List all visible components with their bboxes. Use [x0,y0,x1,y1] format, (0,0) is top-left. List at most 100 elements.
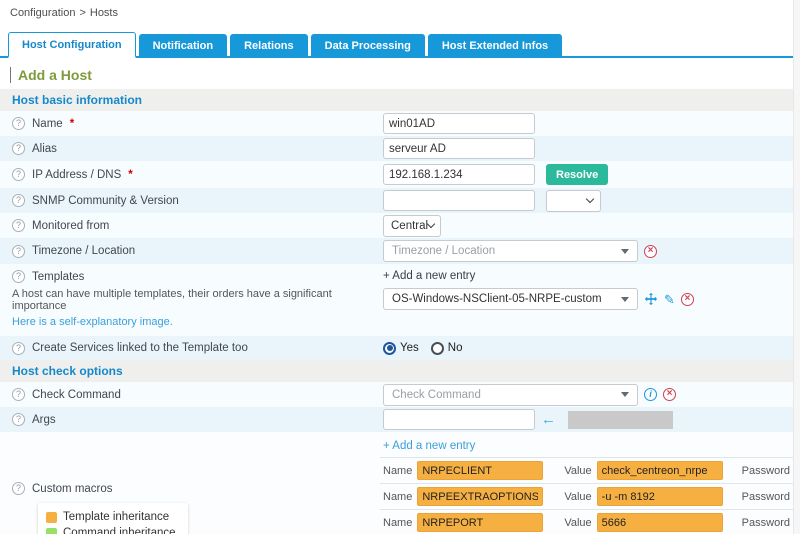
timezone-placeholder: Timezone / Location [392,245,615,257]
template-selected-value: OS-Windows-NSClient-05-NRPE-custom [392,293,615,305]
tab-bar: Host Configuration Notification Relation… [0,32,800,58]
create-services-label: Create Services linked to the Template t… [32,342,248,354]
row-monitored-from: ? Monitored from Central [0,213,800,238]
radio-yes[interactable]: Yes [383,342,419,355]
help-icon[interactable]: ? [12,168,25,181]
custom-macros-label: Custom macros [32,483,113,495]
macro-name-label: Name [383,517,412,529]
tab-relations[interactable]: Relations [230,34,308,58]
macro-name-label: Name [383,465,412,477]
required-asterisk: * [128,169,132,181]
row-add-macro: + Add a new entry [0,432,800,458]
help-icon[interactable]: ? [12,219,25,232]
templates-example-link[interactable]: Here is a self-explanatory image. [12,316,173,328]
help-icon[interactable]: ? [12,194,25,207]
move-icon[interactable] [644,292,658,306]
delete-template-icon[interactable]: × [681,293,694,306]
templates-add-entry[interactable]: + Add a new entry [383,270,786,282]
monitored-from-select[interactable]: Central [383,215,441,237]
help-icon[interactable]: ? [12,245,25,258]
snmp-version-select[interactable] [546,190,601,212]
edit-icon[interactable]: ✎ [664,293,675,306]
caret-down-icon [621,392,629,397]
radio-yes-label: Yes [400,342,419,354]
row-alias: ? Alias [0,136,800,161]
tab-data-processing[interactable]: Data Processing [311,34,425,58]
radio-no[interactable]: No [431,342,463,355]
caret-down-icon [621,249,629,254]
timezone-label: Timezone / Location [32,245,135,257]
create-services-radio-group: Yes No [383,342,462,355]
macro-value-label: Value [564,517,591,529]
macro-value-input[interactable] [597,513,723,532]
macro-name-input[interactable] [417,487,543,506]
template-select[interactable]: OS-Windows-NSClient-05-NRPE-custom [383,288,638,310]
row-templates: ? Templates A host can have multiple tem… [0,264,800,336]
name-input[interactable] [383,113,535,134]
args-disabled-box [568,411,673,429]
help-icon[interactable]: ? [12,142,25,155]
macro-value-input[interactable] [597,487,723,506]
breadcrumb-separator: > [79,7,85,19]
tab-host-extended-infos[interactable]: Host Extended Infos [428,34,562,58]
clear-check-command-icon[interactable]: × [663,388,676,401]
timezone-select[interactable]: Timezone / Location [383,240,638,262]
row-check-command: ? Check Command Check Command i × [0,382,800,407]
tab-notification[interactable]: Notification [139,34,228,58]
check-command-placeholder: Check Command [392,389,615,401]
args-input[interactable] [383,409,535,430]
chevron-down-icon [427,220,435,228]
help-icon[interactable]: ? [12,413,25,426]
resolve-button[interactable]: Resolve [546,164,608,185]
help-icon[interactable]: ? [12,117,25,130]
help-icon[interactable]: ? [12,270,25,283]
check-command-select[interactable]: Check Command [383,384,638,406]
macro-row: Name Value Password ↶ × [380,484,800,510]
section-header-basic: Host basic information [0,89,800,111]
host-configuration-page: Configuration > Hosts Host Configuration N… [0,0,800,534]
section-header-check: Host check options [0,360,800,382]
monitored-from-label: Monitored from [32,220,109,232]
radio-yes-icon[interactable] [383,342,396,355]
breadcrumb-hosts[interactable]: Hosts [90,7,118,19]
macro-row: Name Value Password ↶ × [380,458,800,484]
info-icon[interactable]: i [644,388,657,401]
macro-row: Name Value Password ↶ × [380,510,800,534]
row-name: ? Name * [0,111,800,136]
inheritance-legend: Template inheritance Command inheritance [38,503,188,534]
macro-value-label: Value [564,465,591,477]
macro-password-label: Password [742,491,790,503]
snmp-label: SNMP Community & Version [32,195,179,207]
macro-value-label: Value [564,491,591,503]
vertical-scrollbar[interactable] [793,0,800,534]
macro-password-label: Password [742,465,790,477]
breadcrumb-configuration[interactable]: Configuration [10,7,75,19]
page-title: Add a Host [10,67,800,83]
macro-name-input[interactable] [417,461,543,480]
row-args: ? Args ← [0,407,800,432]
tab-host-configuration[interactable]: Host Configuration [8,32,136,58]
row-timezone: ? Timezone / Location Timezone / Locatio… [0,238,800,264]
clear-timezone-icon[interactable]: × [644,245,657,258]
alias-input[interactable] [383,138,535,159]
snmp-community-input[interactable] [383,190,535,211]
macro-value-input[interactable] [597,461,723,480]
template-inheritance-label: Template inheritance [63,509,169,525]
chevron-down-icon [586,195,594,203]
macros-add-entry-link[interactable]: + Add a new entry [383,440,475,457]
template-inheritance-swatch [46,512,57,523]
radio-no-icon[interactable] [431,342,444,355]
ip-address-label: IP Address / DNS [32,169,121,181]
ip-address-input[interactable] [383,164,535,185]
row-snmp: ? SNMP Community & Version [0,188,800,213]
help-icon[interactable]: ? [12,482,25,495]
command-inheritance-swatch [46,528,57,534]
name-label: Name [32,118,63,130]
macro-name-input[interactable] [417,513,543,532]
help-icon[interactable]: ? [12,388,25,401]
macro-password-label: Password [742,517,790,529]
help-icon[interactable]: ? [12,342,25,355]
templates-label: Templates [32,271,84,283]
arrow-left-icon: ← [541,412,556,427]
row-create-services: ? Create Services linked to the Template… [0,336,800,360]
